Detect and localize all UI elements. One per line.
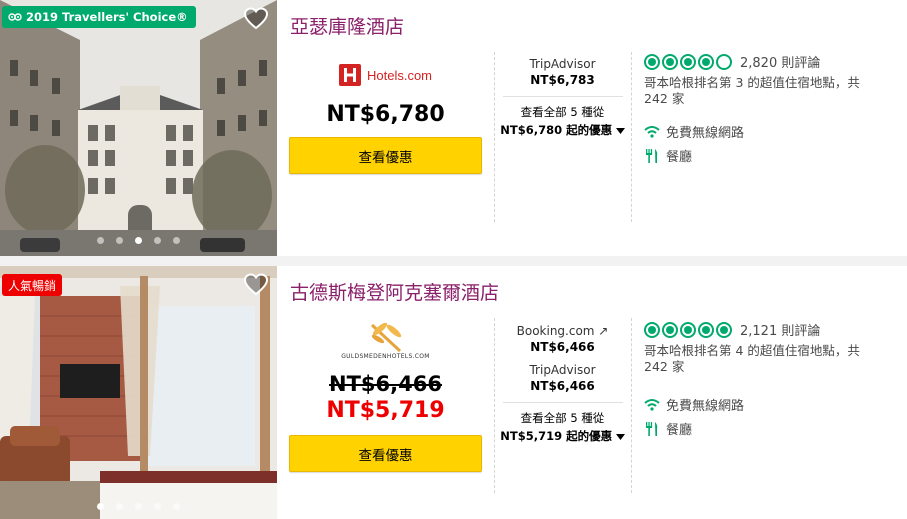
separator	[502, 96, 623, 97]
provider-price: NT$6,466	[530, 340, 595, 354]
carousel-dot[interactable]	[173, 237, 180, 244]
rating-bubble	[716, 53, 732, 70]
provider-price: NT$6,466	[530, 379, 595, 393]
review-count-link[interactable]: 2,820 則評論	[740, 52, 820, 71]
hotel-card: 人氣暢銷 古德斯梅登阿克塞爾酒店 GULDSMEDENHOTELS.COM NT…	[0, 266, 907, 519]
carousel-dot[interactable]	[173, 503, 180, 510]
divider	[494, 52, 495, 222]
heart-icon[interactable]	[243, 6, 269, 32]
badge-text: 2019 Travellers' Choice®	[26, 10, 188, 24]
amenity-wifi: 免費無線網路	[644, 395, 894, 414]
divider	[631, 52, 632, 222]
other-offers: TripAdvisor NT$6,783 查看全部 5 種從 NT$6,780 …	[500, 57, 625, 138]
rank-text: 哥本哈根排名第 4 的超值住宿地點，共 242 家	[644, 343, 860, 374]
rating-bubble	[698, 321, 714, 338]
all-offers-price-text: NT$6,780 起的優惠	[500, 123, 613, 137]
rating-bubble	[680, 321, 696, 338]
caret-down-icon	[615, 434, 625, 440]
main-offer: GULDSMEDENHOTELS.COM NT$6,466 NT$5,719 查…	[289, 321, 482, 472]
carousel-dot[interactable]	[97, 237, 104, 244]
rating-bubble	[680, 53, 696, 70]
all-offers-price-text: NT$5,719 起的優惠	[500, 429, 613, 443]
view-deal-label: 查看優惠	[358, 447, 413, 464]
caret-down-icon	[615, 128, 625, 134]
view-deal-button[interactable]: 查看優惠	[289, 137, 482, 174]
amenity-label: 餐廳	[666, 423, 693, 438]
wifi-icon	[644, 126, 660, 138]
all-offers-link[interactable]: 查看全部 5 種從 NT$6,780 起的優惠	[500, 104, 625, 138]
rating-bubble	[644, 321, 660, 338]
provider-logo[interactable]: Hotels.com	[289, 62, 482, 88]
view-deal-button[interactable]: 查看優惠	[289, 435, 482, 472]
provider-name: TripAdvisor	[529, 57, 596, 71]
wifi-icon	[644, 399, 660, 411]
hotel-photo[interactable]: 2019 Travellers' Choice®	[0, 0, 277, 256]
carousel-dot[interactable]	[135, 237, 142, 244]
rating-bubbles[interactable]: 2,121 則評論	[644, 320, 894, 339]
amenity-label: 餐廳	[666, 150, 693, 165]
rating-bubble	[662, 321, 678, 338]
provider-logo[interactable]: GULDSMEDENHOTELS.COM	[289, 321, 482, 360]
divider	[494, 318, 495, 493]
sale-price: NT$5,719	[326, 398, 445, 423]
rating-bubble	[698, 53, 714, 70]
photo-carousel-dots	[0, 503, 277, 510]
rating-bubble	[662, 53, 678, 70]
travellers-choice-badge: 2019 Travellers' Choice®	[2, 6, 196, 28]
carousel-dot[interactable]	[97, 503, 104, 510]
popular-badge: 人氣暢銷	[2, 274, 63, 296]
main-price: NT$6,780	[326, 102, 445, 127]
amenity-label: 免費無線網路	[666, 126, 745, 141]
hotel-card: 2019 Travellers' Choice® 亞瑟庫隆酒店 Hotels.c…	[0, 0, 907, 256]
amenity-label: 免費無線網路	[666, 399, 745, 414]
carousel-dot[interactable]	[116, 237, 123, 244]
hotel-room-image	[0, 266, 277, 519]
amenity-restaurant: 餐廳	[644, 419, 894, 438]
amenity-restaurant: 餐廳	[644, 146, 894, 165]
fork-knife-icon	[646, 421, 658, 436]
view-deal-label: 查看優惠	[358, 149, 413, 166]
provider-name: Booking.com ↗	[516, 324, 609, 338]
review-section: 2,820 則評論 哥本哈根排名第 3 的超值住宿地點，共 242 家 免費無線…	[644, 52, 894, 165]
original-price: NT$6,466	[329, 372, 442, 396]
carousel-dot[interactable]	[135, 503, 142, 510]
review-section: 2,121 則評論 哥本哈根排名第 4 的超值住宿地點，共 242 家 免費無線…	[644, 320, 894, 438]
photo-carousel-dots	[0, 237, 277, 244]
owl-icon	[8, 13, 22, 21]
rating-bubble	[716, 321, 732, 338]
guldsmeden-dragonfly-logo	[370, 322, 401, 353]
hotel-name-link[interactable]: 古德斯梅登阿克塞爾酒店	[290, 278, 499, 305]
carousel-dot[interactable]	[154, 503, 161, 510]
rank-text: 哥本哈根排名第 3 的超值住宿地點，共 242 家	[644, 75, 860, 106]
hotel-name-link[interactable]: 亞瑟庫隆酒店	[290, 12, 404, 39]
guldsmeden-logo-text: GULDSMEDENHOTELS.COM	[341, 353, 430, 360]
amenity-wifi: 免費無線網路	[644, 122, 894, 141]
heart-icon[interactable]	[243, 272, 269, 298]
divider	[631, 318, 632, 493]
separator	[502, 402, 623, 403]
all-offers-text: 查看全部 5 種從	[520, 411, 605, 425]
offer-row[interactable]: TripAdvisor NT$6,466	[500, 363, 625, 393]
review-count-link[interactable]: 2,121 則評論	[740, 320, 820, 339]
offer-row[interactable]: TripAdvisor NT$6,783	[500, 57, 625, 87]
main-offer: Hotels.com NT$6,780 查看優惠	[289, 62, 482, 174]
fork-knife-icon	[646, 148, 658, 163]
provider-name: TripAdvisor	[529, 363, 596, 377]
badge-text: 人氣暢銷	[8, 278, 57, 293]
offer-row[interactable]: Booking.com ↗ NT$6,466	[500, 324, 625, 354]
all-offers-link[interactable]: 查看全部 5 種從 NT$5,719 起的優惠	[500, 410, 625, 444]
all-offers-text: 查看全部 5 種從	[520, 105, 605, 119]
rating-bubble	[644, 53, 660, 70]
carousel-dot[interactable]	[116, 503, 123, 510]
hotel-facade-image	[0, 0, 277, 256]
other-offers: Booking.com ↗ NT$6,466 TripAdvisor NT$6,…	[500, 324, 625, 444]
rating-bubbles[interactable]: 2,820 則評論	[644, 52, 894, 71]
carousel-dot[interactable]	[154, 237, 161, 244]
hotels-com-logo-text: Hotels.com	[366, 67, 433, 83]
provider-price: NT$6,783	[530, 73, 595, 87]
hotel-photo[interactable]: 人氣暢銷	[0, 266, 277, 519]
